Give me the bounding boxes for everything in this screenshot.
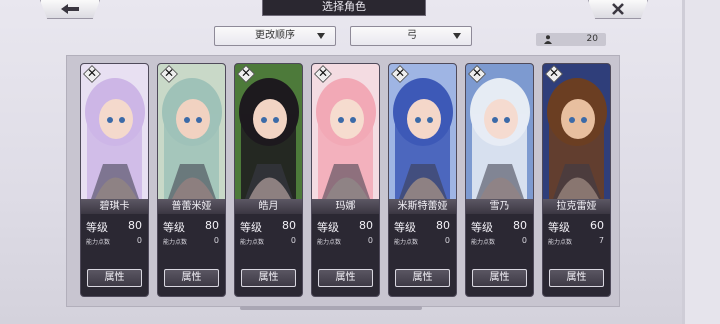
character-card[interactable]: ✕ 碧琪卡 等级 80 能力点数 0 属性	[80, 63, 149, 297]
ability-points-label: 能力点数	[163, 239, 188, 246]
ability-points-label: 能力点数	[394, 239, 419, 246]
right-edge-strip	[682, 0, 720, 324]
character-card[interactable]: ✕ 普蕾米娅 等级 80 能力点数 0 属性	[157, 63, 226, 297]
character-name: 碧琪卡	[81, 199, 148, 214]
close-button[interactable]	[588, 0, 648, 19]
character-portrait	[312, 64, 379, 199]
bow-icon: ✕	[394, 66, 406, 80]
bow-icon: ✕	[86, 66, 98, 80]
chevron-down-icon	[317, 33, 325, 39]
level-label: 等级	[86, 221, 108, 234]
ability-points-label: 能力点数	[240, 239, 265, 246]
character-count: 20	[536, 33, 606, 46]
back-arrow-icon	[61, 4, 79, 14]
level-label: 等级	[548, 221, 570, 234]
attribute-button[interactable]: 属性	[549, 269, 604, 287]
ability-points-value: 0	[444, 236, 450, 245]
ability-points-value: 0	[136, 236, 142, 245]
character-portrait	[466, 64, 533, 199]
level-value: 80	[128, 219, 142, 232]
character-portrait	[543, 64, 610, 199]
attribute-button[interactable]: 属性	[87, 269, 142, 287]
bow-icon: ✕	[548, 66, 560, 80]
character-name: 拉克雷娅	[543, 199, 610, 214]
level-label: 等级	[394, 221, 416, 234]
attribute-button[interactable]: 属性	[164, 269, 219, 287]
level-value: 80	[359, 219, 373, 232]
chevron-down-icon	[453, 33, 461, 39]
bow-icon: ✕	[240, 66, 252, 80]
weapon-filter-dropdown[interactable]: 弓	[350, 26, 472, 46]
bow-icon: ✕	[317, 66, 329, 80]
character-portrait	[158, 64, 225, 199]
horizontal-scrollbar[interactable]	[240, 306, 422, 310]
count-value: 20	[586, 34, 598, 44]
ability-points-label: 能力点数	[86, 239, 111, 246]
ability-points-label: 能力点数	[548, 239, 573, 246]
filter-dropdown-label: 弓	[407, 30, 417, 41]
character-name: 皓月	[235, 199, 302, 214]
character-name: 米斯特蕾娅	[389, 199, 456, 214]
level-label: 等级	[317, 221, 339, 234]
character-card[interactable]: ✕ 米斯特蕾娅 等级 80 能力点数 0 属性	[388, 63, 457, 297]
level-value: 80	[436, 219, 450, 232]
page-title: 选择角色	[262, 0, 426, 16]
attribute-button[interactable]: 属性	[318, 269, 373, 287]
character-name: 普蕾米娅	[158, 199, 225, 214]
ability-points-value: 0	[213, 236, 219, 245]
back-button[interactable]	[40, 0, 100, 19]
level-value: 80	[282, 219, 296, 232]
attribute-button[interactable]: 属性	[395, 269, 450, 287]
character-card[interactable]: ✕ 玛娜 等级 80 能力点数 0 属性	[311, 63, 380, 297]
level-value: 60	[590, 219, 604, 232]
person-icon	[544, 35, 552, 44]
level-label: 等级	[471, 221, 493, 234]
sort-dropdown-label: 更改顺序	[255, 30, 295, 41]
ability-points-label: 能力点数	[317, 239, 342, 246]
character-card[interactable]: ✕ 皓月 等级 80 能力点数 0 属性	[234, 63, 303, 297]
level-value: 80	[205, 219, 219, 232]
ability-points-value: 0	[367, 236, 373, 245]
character-portrait	[81, 64, 148, 199]
attribute-button[interactable]: 属性	[472, 269, 527, 287]
character-portrait	[389, 64, 456, 199]
character-card[interactable]: ✕ 拉克雷娅 等级 60 能力点数 7 属性	[542, 63, 611, 297]
level-value: 80	[513, 219, 527, 232]
bow-icon: ✕	[471, 66, 483, 80]
ability-points-value: 0	[521, 236, 527, 245]
close-icon	[612, 3, 624, 15]
ability-points-value: 0	[290, 236, 296, 245]
character-name: 雪乃	[466, 199, 533, 214]
character-card[interactable]: ✕ 雪乃 等级 80 能力点数 0 属性	[465, 63, 534, 297]
ability-points-value: 7	[598, 236, 604, 245]
attribute-button[interactable]: 属性	[241, 269, 296, 287]
level-label: 等级	[163, 221, 185, 234]
sort-dropdown[interactable]: 更改顺序	[214, 26, 336, 46]
ability-points-label: 能力点数	[471, 239, 496, 246]
level-label: 等级	[240, 221, 262, 234]
character-portrait	[235, 64, 302, 199]
bow-icon: ✕	[163, 66, 175, 80]
character-name: 玛娜	[312, 199, 379, 214]
